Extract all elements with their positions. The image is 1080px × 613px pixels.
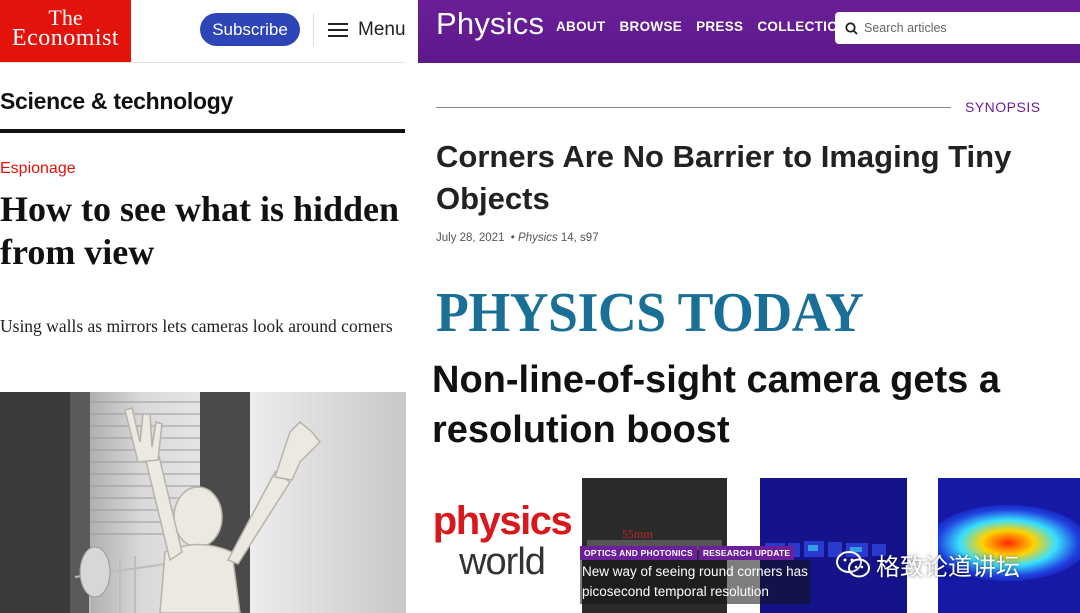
aps-header: Physics ABOUT BROWSE PRESS COLLECTIONS [418,0,1080,63]
article-dek: Using walls as mirrors lets cameras look… [0,316,393,336]
tag-optics[interactable]: OPTICS AND PHOTONICS [580,546,697,560]
wechat-watermark: 格致论道讲坛 [836,547,1020,582]
aps-journal[interactable]: Physics [518,232,558,244]
economist-logo-line2: Economist [11,25,120,51]
synopsis-rule [436,107,951,108]
article-tags: OPTICS AND PHOTONICS RESEARCH UPDATE [580,546,795,560]
nav-browse[interactable]: BROWSE [620,19,683,34]
aps-headline: Corners Are No Barrier to Imaging Tiny O… [436,139,1012,216]
wechat-icon [836,550,870,577]
synopsis-label: SYNOPSIS [965,99,1041,115]
economist-logo[interactable]: The Economist [0,0,131,63]
aps-citation: 14, s97 [560,232,599,244]
physics-today-headline: Non-line-of-sight camera gets a resoluti… [432,359,1000,451]
physics-world-logo-line1: physics [432,499,573,543]
header-divider [313,13,314,46]
article-kicker[interactable]: Espionage [0,160,76,178]
nav-about[interactable]: ABOUT [556,19,606,34]
subscribe-button[interactable]: Subscribe [200,13,300,46]
physics-today-masthead: PHYSICS TODAY [436,282,864,344]
mannequin-photo [0,392,406,613]
aps-nav: ABOUT BROWSE PRESS COLLECTIONS [556,19,857,34]
physics-world-logo-line2: world [459,541,546,583]
aps-physics-logo[interactable]: Physics [436,6,544,42]
section-rule [0,129,405,133]
economist-panel: The Economist Subscribe Menu Science & t… [0,0,418,613]
thumbnail-heatmap [938,478,1080,613]
tag-research-update[interactable]: RESEARCH UPDATE [698,546,795,560]
aps-meta: July 28, 2021 • Physics 14, s97 [436,232,599,244]
aps-physics-panel: Physics ABOUT BROWSE PRESS COLLECTIONS S… [418,0,1080,613]
physics-world-caption[interactable]: New way of seeing round corners has pico… [580,560,810,604]
nav-press[interactable]: PRESS [696,19,743,34]
menu-button[interactable]: Menu [328,15,406,45]
article-headline: How to see what is hidden from view [0,189,400,272]
search-input[interactable] [864,21,1064,35]
hamburger-icon [328,23,348,37]
section-title[interactable]: Science & technology [0,88,233,115]
aps-date: July 28, 2021 [436,232,505,244]
physics-world-logo: physics world [432,499,573,583]
watermark-text: 格致论道讲坛 [876,554,1020,581]
search-box[interactable] [835,12,1080,44]
search-icon [845,21,858,35]
thumbnail-label: 55mm [622,527,653,541]
header-border [0,62,405,63]
menu-label: Menu [358,19,406,40]
